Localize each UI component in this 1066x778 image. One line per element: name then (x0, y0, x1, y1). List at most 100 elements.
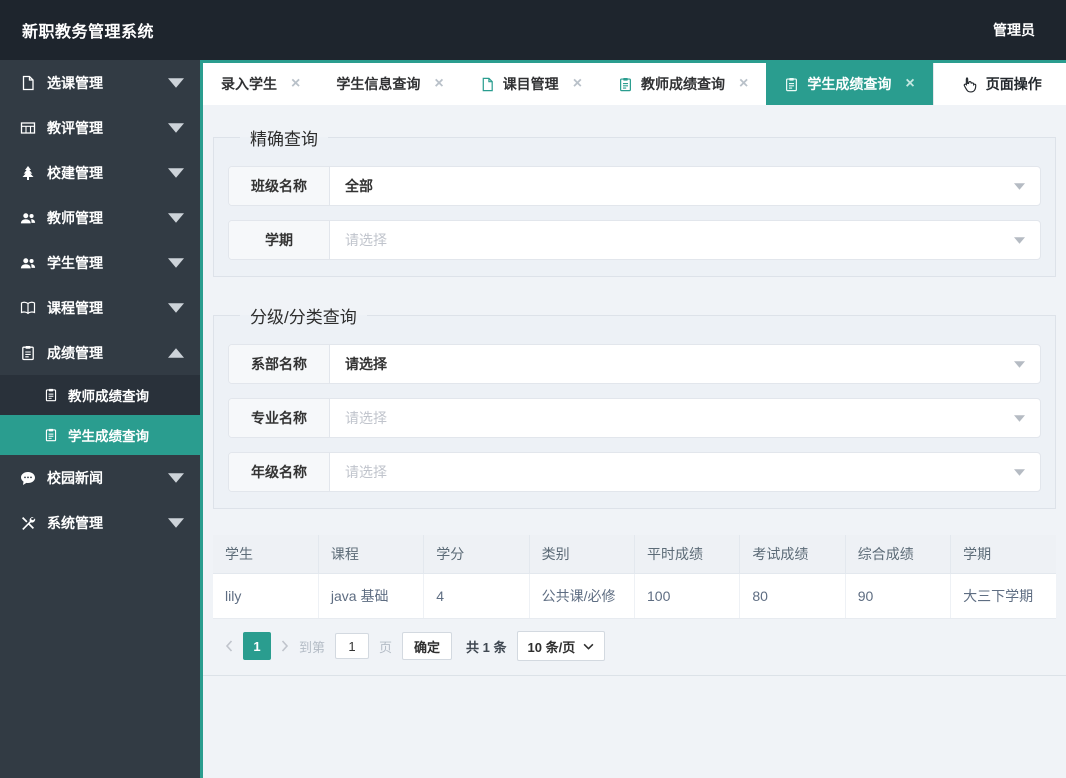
tab-label: 录入学生 (221, 76, 277, 92)
page-jump-input[interactable] (335, 633, 370, 659)
tools-icon (20, 515, 36, 531)
book-icon (20, 300, 36, 316)
sidebar-item[interactable]: 教师管理 (0, 195, 200, 240)
table-cell: 90 (845, 573, 952, 619)
table-cell: 大三下学期 (950, 573, 1056, 619)
sidebar-item[interactable]: 教评管理 (0, 105, 200, 150)
select-field[interactable]: 请选择 (330, 221, 1040, 259)
page-size-value: 10 条/页 (527, 639, 576, 655)
user-menu[interactable]: 管理员 (993, 20, 1044, 40)
total-count-label: 共 1 条 (466, 639, 507, 655)
users-icon (20, 210, 36, 226)
select-value: 请选择 (345, 410, 387, 426)
user-name: 管理员 (993, 22, 1035, 38)
comment-icon (20, 470, 36, 486)
field-label: 专业名称 (229, 399, 330, 437)
tab[interactable]: 学生信息查询 × (318, 63, 461, 105)
select-value: 请选择 (345, 356, 387, 372)
tab-bar: 录入学生 × 学生信息查询 × 课目管理 × 教师成绩查询 × 学生成绩查询 × 页面操作 (203, 60, 1066, 105)
tab[interactable]: 录入学生 × (203, 63, 318, 105)
close-icon[interactable]: × (573, 76, 582, 92)
tab-label: 学生成绩查询 (807, 76, 892, 92)
select-field[interactable]: 全部 (330, 167, 1040, 205)
column-header: 平时成绩 (634, 535, 741, 574)
caret-up-icon (168, 345, 184, 361)
close-icon[interactable]: × (739, 76, 748, 92)
sidebar-item-label: 学生管理 (47, 254, 103, 271)
table-cell: 4 (423, 573, 530, 619)
prev-page-button[interactable] (225, 640, 233, 652)
clipboard-icon (44, 428, 58, 442)
field-label: 年级名称 (229, 453, 330, 491)
clipboard-icon (44, 388, 58, 402)
precise-query-section: 精确查询 班级名称 全部 学期 请选择 (213, 125, 1056, 277)
caret-down-icon (168, 470, 184, 486)
sidebar-item-label: 课程管理 (47, 299, 103, 316)
caret-down-icon (168, 255, 184, 271)
file-icon (20, 75, 36, 91)
tab[interactable]: 教师成绩查询 × (600, 63, 766, 105)
sidebar-subitem[interactable]: 教师成绩查询 (0, 375, 200, 415)
clipboard-icon (784, 77, 799, 92)
sidebar-item-label: 教评管理 (47, 119, 103, 136)
close-icon[interactable]: × (291, 76, 300, 92)
page-number-button[interactable]: 1 (243, 632, 271, 660)
page-size-select[interactable]: 10 条/页 (516, 631, 606, 661)
sidebar-item[interactable]: 学生管理 (0, 240, 200, 285)
table-icon (20, 120, 36, 136)
clipboard-icon (618, 77, 633, 92)
close-icon[interactable]: × (905, 76, 914, 92)
caret-down-icon (168, 165, 184, 181)
caret-down-icon (1014, 182, 1025, 190)
tab[interactable]: 学生成绩查询 × (766, 63, 933, 105)
select-field[interactable]: 请选择 (330, 345, 1040, 383)
caret-down-icon (1014, 360, 1025, 368)
clipboard-icon (20, 345, 36, 361)
tree-icon (20, 165, 36, 181)
form-row: 班级名称 全部 (228, 166, 1041, 206)
hand-pointer-icon (960, 76, 977, 93)
caret-down-icon (168, 300, 184, 316)
caret-down-icon (168, 75, 184, 91)
sidebar-subitem-label: 教师成绩查询 (68, 389, 149, 404)
sidebar-item-label: 教师管理 (47, 209, 103, 226)
next-page-button[interactable] (281, 640, 289, 652)
tab-label: 课目管理 (502, 76, 559, 92)
sidebar-item-label: 系统管理 (47, 514, 103, 531)
sidebar-item[interactable]: 系统管理 (0, 500, 200, 545)
select-field[interactable]: 请选择 (330, 453, 1040, 491)
sidebar-item[interactable]: 校建管理 (0, 150, 200, 195)
sidebar-subitem[interactable]: 学生成绩查询 (0, 415, 200, 455)
page-unit-label: 页 (379, 639, 393, 655)
file-icon (480, 77, 495, 92)
sidebar-submenu: 教师成绩查询学生成绩查询 (0, 375, 200, 455)
table-cell: lily (213, 573, 319, 619)
close-icon[interactable]: × (434, 76, 443, 92)
chevron-right-icon (281, 640, 289, 652)
tab[interactable]: 课目管理 × (462, 63, 600, 105)
app-window: 新职教务管理系统 管理员 选课管理教评管理校建管理教师管理学生管理课程管理成绩管… (0, 0, 1066, 778)
sidebar: 选课管理教评管理校建管理教师管理学生管理课程管理成绩管理教师成绩查询学生成绩查询… (0, 60, 200, 778)
column-header: 学生 (213, 535, 319, 574)
form-row: 年级名称 请选择 (228, 452, 1041, 492)
caret-down-icon (168, 210, 184, 226)
caret-down-icon (1014, 468, 1025, 476)
select-value: 请选择 (345, 464, 387, 480)
column-header: 综合成绩 (845, 535, 952, 574)
chevron-down-icon (583, 643, 594, 650)
sidebar-item-label: 选课管理 (47, 74, 103, 91)
sidebar-item[interactable]: 课程管理 (0, 285, 200, 330)
column-header: 课程 (318, 535, 425, 574)
select-field[interactable]: 请选择 (330, 399, 1040, 437)
sidebar-item[interactable]: 选课管理 (0, 60, 200, 105)
sidebar-item[interactable]: 校园新闻 (0, 455, 200, 500)
pagination: 1 到第 页 确定 共 1 条 10 条/页 (203, 619, 1066, 676)
page-actions-button[interactable]: 页面操作 (932, 63, 1066, 105)
field-label: 系部名称 (229, 345, 330, 383)
confirm-button[interactable]: 确定 (402, 632, 453, 660)
app-title: 新职教务管理系统 (22, 24, 155, 41)
column-header: 学期 (950, 535, 1056, 574)
sidebar-item[interactable]: 成绩管理 (0, 330, 200, 375)
table-cell: 80 (739, 573, 846, 619)
content-area: 录入学生 × 学生信息查询 × 课目管理 × 教师成绩查询 × 学生成绩查询 × 页面操作 精确查… (200, 60, 1066, 778)
